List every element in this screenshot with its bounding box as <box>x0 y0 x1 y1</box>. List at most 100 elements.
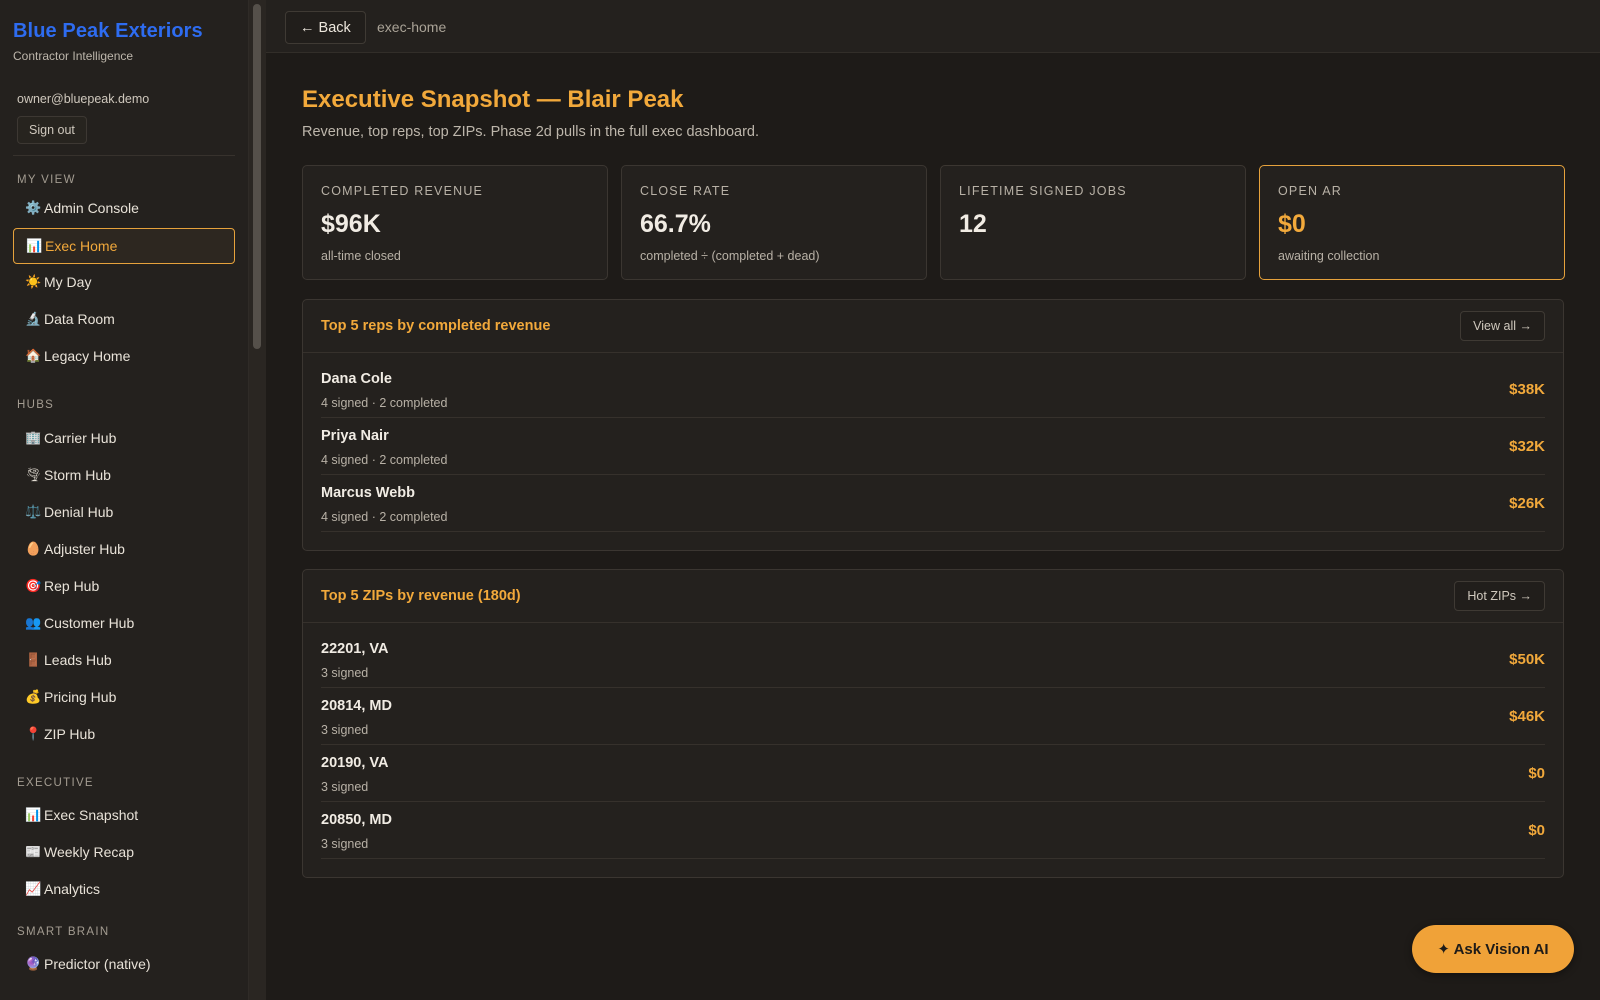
sidebar-item-my-day[interactable]: ☀️ My Day <box>13 264 235 300</box>
zip-meta: 3 signed <box>321 723 369 737</box>
sidebar-item-label: Denial Hub <box>44 504 114 520</box>
kpi-note: awaiting collection <box>1278 249 1380 263</box>
sidebar-item-analytics[interactable]: 📈 Analytics <box>13 871 235 907</box>
sidebar-item-legacy-home[interactable]: 🏠 Legacy Home <box>13 338 235 374</box>
zip-name: 22201, VA <box>321 641 389 657</box>
zip-revenue: $0 <box>1528 765 1545 782</box>
sidebar-item-customer-hub[interactable]: 👥 Customer Hub <box>13 605 235 641</box>
top-reps-panel: Top 5 reps by completed revenue View all… <box>302 299 1564 551</box>
crystal-ball-icon: 🔮 <box>25 956 42 971</box>
pin-icon: 📍 <box>25 726 42 741</box>
panel-header: Top 5 reps by completed revenue View all… <box>303 300 1563 353</box>
kpi-label: CLOSE RATE <box>640 184 731 198</box>
office-building-icon: 🏢 <box>25 430 42 445</box>
zip-revenue: $50K <box>1509 651 1545 668</box>
sidebar-item-label: ZIP Hub <box>44 726 96 742</box>
microscope-icon: 🔬 <box>25 311 42 326</box>
sidebar-item-leads-hub[interactable]: 🚪 Leads Hub <box>13 642 235 678</box>
zip-name: 20814, MD <box>321 698 392 714</box>
rep-meta: 4 signed · 2 completed <box>321 453 448 467</box>
list-item[interactable]: 20850, MD 3 signed $0 <box>321 802 1545 859</box>
rep-meta: 4 signed · 2 completed <box>321 396 448 410</box>
rep-revenue: $32K <box>1509 438 1545 455</box>
kpi-value: 12 <box>959 210 987 238</box>
account-email: owner@bluepeak.demo <box>17 92 150 106</box>
section-heading-my-view: MY VIEW <box>17 174 76 186</box>
kpi-note: all-time closed <box>321 249 401 263</box>
sidebar-item-zip-hub[interactable]: 📍 ZIP Hub <box>13 716 235 752</box>
egg-icon: 🥚 <box>25 541 42 556</box>
sidebar: Blue Peak Exteriors Contractor Intellige… <box>0 0 249 1000</box>
sign-out-button[interactable]: Sign out <box>17 116 87 144</box>
sidebar-item-storm-hub[interactable]: 🌪 Storm Hub <box>13 457 235 493</box>
list-item[interactable]: Dana Cole 4 signed · 2 completed $38K <box>321 361 1545 418</box>
hot-zips-button[interactable]: Hot ZIPs → <box>1454 581 1545 611</box>
sun-icon: ☀️ <box>25 274 42 289</box>
sidebar-item-weekly-recap[interactable]: 📰 Weekly Recap <box>13 834 235 870</box>
sidebar-item-admin-console[interactable]: ⚙️ Admin Console <box>13 190 235 226</box>
brand: Blue Peak Exteriors Contractor Intellige… <box>13 20 203 63</box>
zip-name: 20190, VA <box>321 755 389 771</box>
sidebar-item-label: Admin Console <box>44 200 139 216</box>
sidebar-scrollbar-thumb[interactable] <box>253 4 261 349</box>
sidebar-item-denial-hub[interactable]: ⚖️ Denial Hub <box>13 494 235 530</box>
people-icon: 👥 <box>25 615 42 630</box>
kpi-card-completed-revenue: COMPLETED REVENUE $96K all-time closed <box>302 165 608 280</box>
brand-title[interactable]: Blue Peak Exteriors <box>13 20 203 43</box>
zip-revenue: $0 <box>1528 822 1545 839</box>
zip-meta: 3 signed <box>321 780 369 794</box>
sidebar-item-label: Storm Hub <box>44 467 111 483</box>
zip-meta: 3 signed <box>321 837 369 851</box>
sidebar-divider <box>13 155 235 156</box>
sidebar-item-data-room[interactable]: 🔬 Data Room <box>13 301 235 337</box>
zips-list: 22201, VA 3 signed $50K 20814, MD 3 sign… <box>303 623 1563 859</box>
kpi-value: $0 <box>1278 210 1306 238</box>
rep-meta: 4 signed · 2 completed <box>321 510 448 524</box>
target-icon: 🎯 <box>25 578 42 593</box>
rep-revenue: $38K <box>1509 381 1545 398</box>
ask-vision-ai-button[interactable]: ✦ Ask Vision AI <box>1412 925 1574 973</box>
rep-name: Dana Cole <box>321 371 392 387</box>
kpi-label: LIFETIME SIGNED JOBS <box>959 184 1127 198</box>
list-item[interactable]: 22201, VA 3 signed $50K <box>321 631 1545 688</box>
sidebar-item-adjuster-hub[interactable]: 🥚 Adjuster Hub <box>13 531 235 567</box>
sidebar-item-rep-hub[interactable]: 🎯 Rep Hub <box>13 568 235 604</box>
bar-chart-icon: 📊 <box>25 807 42 822</box>
kpi-value: 66.7% <box>640 210 711 238</box>
bar-chart-icon: 📊 <box>26 238 43 253</box>
door-icon: 🚪 <box>25 652 42 667</box>
kpi-card-lifetime-signed-jobs: LIFETIME SIGNED JOBS 12 <box>940 165 1246 280</box>
page-subtitle: Revenue, top reps, top ZIPs. Phase 2d pu… <box>302 124 760 140</box>
back-button[interactable]: ← Back <box>285 11 366 44</box>
panel-title: Top 5 reps by completed revenue <box>321 318 551 334</box>
rep-revenue: $26K <box>1509 495 1545 512</box>
sidebar-item-label: Carrier Hub <box>44 430 117 446</box>
reps-list: Dana Cole 4 signed · 2 completed $38K Pr… <box>303 353 1563 532</box>
zip-meta: 3 signed <box>321 666 369 680</box>
page-title: Executive Snapshot — Blair Peak <box>302 86 684 113</box>
section-heading-smart-brain: SMART BRAIN <box>17 926 110 938</box>
sidebar-item-exec-home[interactable]: 📊 Exec Home <box>13 228 235 264</box>
sidebar-item-exec-snapshot[interactable]: 📊 Exec Snapshot <box>13 797 235 833</box>
sidebar-item-predictor[interactable]: 🔮 Predictor (native) <box>13 946 235 982</box>
house-icon: 🏠 <box>25 348 42 363</box>
sidebar-item-label: Adjuster Hub <box>44 541 125 557</box>
view-all-button[interactable]: View all → <box>1460 311 1545 341</box>
sidebar-item-label: Data Room <box>44 311 115 327</box>
sidebar-item-pricing-hub[interactable]: 💰 Pricing Hub <box>13 679 235 715</box>
sidebar-item-label: My Day <box>44 274 92 290</box>
scales-icon: ⚖️ <box>25 504 42 519</box>
list-item[interactable]: Priya Nair 4 signed · 2 completed $32K <box>321 418 1545 475</box>
rep-name: Priya Nair <box>321 428 389 444</box>
sidebar-item-carrier-hub[interactable]: 🏢 Carrier Hub <box>13 420 235 456</box>
panel-title: Top 5 ZIPs by revenue (180d) <box>321 588 521 604</box>
list-item[interactable]: Marcus Webb 4 signed · 2 completed $26K <box>321 475 1545 532</box>
list-item[interactable]: 20190, VA 3 signed $0 <box>321 745 1545 802</box>
sidebar-item-label: Exec Snapshot <box>44 807 139 823</box>
sidebar-scrollbar[interactable] <box>249 0 266 1000</box>
gear-icon: ⚙️ <box>25 200 42 215</box>
sidebar-item-label: Analytics <box>44 881 101 897</box>
list-item[interactable]: 20814, MD 3 signed $46K <box>321 688 1545 745</box>
kpi-card-close-rate: CLOSE RATE 66.7% completed ÷ (completed … <box>621 165 927 280</box>
zip-name: 20850, MD <box>321 812 392 828</box>
